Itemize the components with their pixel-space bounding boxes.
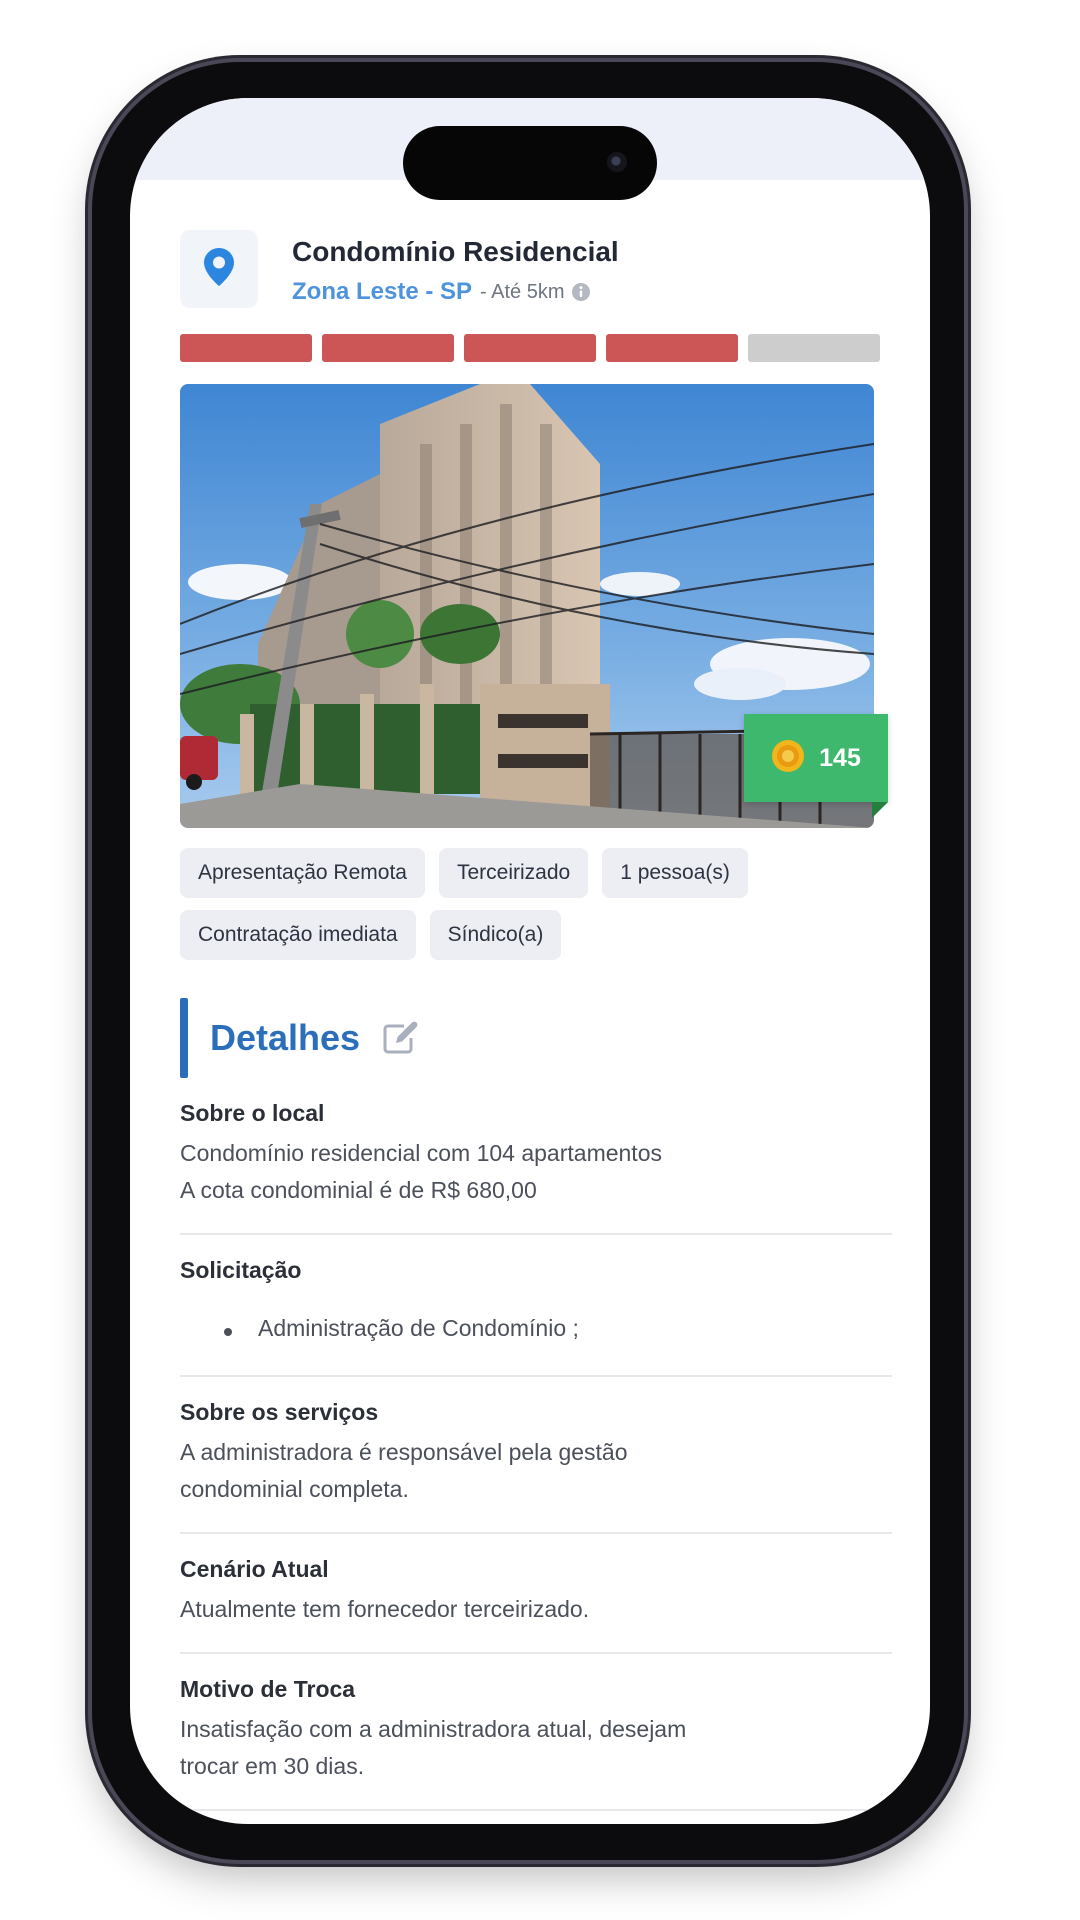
coin-icon (771, 739, 805, 778)
phone-screen: Condomínio Residencial Zona Leste - SP -… (130, 98, 930, 1824)
rating-segment (606, 334, 738, 362)
section-services: Sobre os serviços A administradora é res… (180, 1377, 892, 1534)
tag-chip: Contratação imediata (180, 910, 416, 960)
coin-value: 145 (819, 743, 861, 772)
map-pin-icon (202, 247, 236, 292)
section-request: Solicitação Administração de Condomínio … (180, 1235, 892, 1377)
tag-list: Apresentação Remota Terceirizado 1 pessoa(… (180, 848, 892, 960)
section-title: Sobre os serviços (180, 1399, 379, 1425)
rating-segment (748, 334, 880, 362)
camera-icon (607, 152, 627, 172)
section-text: trocar em 30 dias. (180, 1753, 365, 1779)
distance-label: - Até 5km (480, 280, 565, 303)
listing-subtitle: Zona Leste - SP - Até 5km (292, 278, 591, 306)
section-scenario: Cenário Atual Atualmente tem fornecedor … (180, 1534, 892, 1654)
section-title: Motivo de Troca (180, 1676, 356, 1702)
section-text: condominial completa. (180, 1476, 409, 1502)
listing-header: Condomínio Residencial Zona Leste - SP -… (180, 230, 892, 330)
section-text: A administradora é responsável pela gest… (180, 1439, 628, 1465)
listing-title: Condomínio Residencial (292, 236, 619, 267)
tag-chip: Síndico(a) (429, 910, 562, 960)
section-title: Sobre o local (180, 1100, 325, 1126)
badge-ribbon (872, 802, 888, 818)
power-button[interactable] (964, 632, 970, 842)
list-item-text: Administração de Condomínio ; (258, 1315, 579, 1341)
section-text: Atualmente tem fornecedor terceirizado. (180, 1596, 590, 1622)
list-item: Administração de Condomínio ; (180, 1292, 892, 1351)
rating-segment (464, 334, 596, 362)
location-box (180, 230, 258, 308)
rating-bars (180, 334, 880, 364)
section-title: Solicitação (180, 1257, 302, 1283)
listing-card: Condomínio Residencial Zona Leste - SP -… (180, 230, 892, 1811)
section-text: A cota condominial é de R$ 680,00 (180, 1177, 537, 1203)
section-title: Cenário Atual (180, 1556, 329, 1582)
section-text: Condomínio residencial com 104 apartamen… (180, 1140, 662, 1166)
dynamic-island (403, 126, 657, 200)
section-reason: Motivo de Troca Insatisfação com a admin… (180, 1654, 892, 1811)
edit-icon[interactable] (382, 1021, 420, 1055)
details-title: Detalhes (210, 1017, 361, 1058)
tag-chip: Terceirizado (438, 848, 589, 898)
section-text: Insatisfação com a administradora atual,… (180, 1716, 687, 1742)
coin-badge: 145 (744, 714, 888, 818)
info-icon[interactable] (571, 282, 591, 302)
rating-segment (322, 334, 454, 362)
location-label[interactable]: Zona Leste - SP (292, 278, 472, 306)
details-accent-bar (180, 998, 188, 1078)
tag-chip: Apresentação Remota (180, 848, 425, 898)
section-about-place: Sobre o local Condomínio residencial com… (180, 1078, 892, 1235)
details-header: Detalhes (180, 998, 892, 1078)
tag-chip: 1 pessoa(s) (602, 848, 748, 898)
rating-segment (180, 334, 312, 362)
